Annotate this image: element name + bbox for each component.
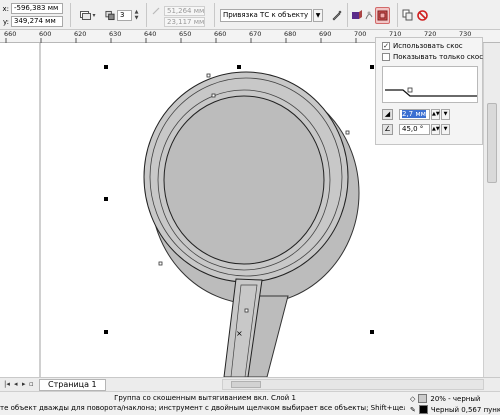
bevel-icon[interactable] [375,7,390,24]
scroll-thumb[interactable] [231,381,261,388]
selection-handle[interactable] [104,330,108,334]
ruler-label: 640 [144,30,157,38]
fill-label: 20% - черный [430,394,481,403]
center-marker[interactable]: × [236,329,243,338]
vanishing-point-icon[interactable] [363,7,375,23]
add-page-icon[interactable]: ▫ [29,380,34,388]
ruler-label: 600 [39,30,52,38]
use-bevel-checkbox[interactable]: ✓ [382,42,390,50]
chevron-down-icon[interactable]: ▼ [441,124,450,135]
bevel-preview [382,66,478,103]
show-only-bevel-option[interactable]: Показывать только скос [382,53,483,61]
selection-handle[interactable] [370,330,374,334]
outline-swatch [418,405,428,414]
page-navigator: |◂ ◂ ▸ ▫ Страница 1 [0,377,500,391]
node-handle[interactable] [211,93,216,98]
prev-page-icon[interactable]: ◂ [14,380,18,388]
separator [347,3,348,27]
use-bevel-label: Использовать скос [393,42,463,50]
node-handle[interactable] [244,308,249,313]
copies-icon[interactable] [104,9,116,22]
bevel-depth-icon: ◢ [382,109,393,120]
separator [70,3,71,27]
shape-icon[interactable] [350,7,364,23]
offset-y-field[interactable]: 23,117 мм [164,17,205,27]
ruler-label: 670 [249,30,262,38]
node-handle[interactable] [158,261,163,266]
copy-extrude-icon[interactable] [400,7,414,23]
snap-mode-select[interactable]: Привязка ТС к объекту [220,9,312,22]
bevel-depth-row: ◢ 2,7 мм ▲▼ ▼ [382,109,450,120]
status-bar: Группа со скошенным вытягиванием вкл. Сл… [0,391,500,415]
pen-icon[interactable] [329,7,343,23]
next-page-icon[interactable]: ▸ [22,380,26,388]
selection-handle[interactable] [237,65,241,69]
object-info: Группа со скошенным вытягиванием вкл. Сл… [114,394,296,402]
chevron-down-icon[interactable]: ▼ [313,9,323,22]
node-handle[interactable] [206,73,211,78]
bevel-depth-stepper[interactable]: ▲▼ [431,109,440,120]
ruler-label: 680 [284,30,297,38]
ruler-label: 660 [214,30,227,38]
bevel-angle-icon: ∠ [382,124,393,135]
fill-indicator[interactable]: ◇ 20% - черный [410,394,480,403]
outline-pen-icon: ✎ [410,405,416,414]
bevel-angle-field[interactable]: 45,0 ° [399,124,430,135]
outline-label: Черный 0,567 пункт [430,405,500,414]
fill-icon: ◇ [410,394,416,403]
x-position-field[interactable]: -596,383 мм [11,3,63,14]
scroll-thumb[interactable] [487,103,497,183]
status-hint: те объект дважды для поворота/наклона; и… [0,404,405,412]
bevel-depth-field[interactable]: 2,7 мм [399,109,430,120]
first-page-icon[interactable]: |◂ [4,380,10,388]
x-label: x: [2,4,9,13]
ruler-label: 650 [179,30,192,38]
ruler-label: 620 [74,30,87,38]
copies-field[interactable]: 3 [117,10,132,21]
separator [214,3,215,27]
separator [397,3,398,27]
vertical-scrollbar[interactable] [483,43,500,377]
copies-stepper[interactable]: ▲ ▼ [132,10,141,21]
fill-swatch [418,394,428,403]
property-bar: x: -596,383 мм y: 349,274 мм 3 ▲▼ 51,264… [0,0,500,30]
page-tab[interactable]: Страница 1 [39,379,106,391]
selection-handle[interactable] [104,197,108,201]
separator [146,3,147,27]
offset-x-field[interactable]: 51,264 мм [164,6,205,16]
bevel-docker: ✓ Использовать скос Показывать только ск… [375,37,483,145]
ruler-label: 700 [354,30,367,38]
y-label: y: [3,17,9,26]
pages-icon[interactable] [77,9,99,22]
y-position-field[interactable]: 349,274 мм [11,16,63,27]
selection-handle[interactable] [370,65,374,69]
use-bevel-option[interactable]: ✓ Использовать скос [382,42,463,50]
outline-indicator[interactable]: ✎ Черный 0,567 пункт [410,405,500,414]
selection-handle[interactable] [104,65,108,69]
show-only-bevel-checkbox[interactable] [382,53,390,61]
bevel-angle-row: ∠ 45,0 ° ▲▼ ▼ [382,124,450,135]
show-only-bevel-label: Показывать только скос [393,53,484,61]
bevel-angle-stepper[interactable]: ▲▼ [431,124,440,135]
chevron-down-icon[interactable]: ▼ [441,109,450,120]
clear-extrude-icon[interactable] [415,7,429,23]
ruler-label: 690 [319,30,332,38]
ruler-label: 660 [4,30,17,38]
node-handle[interactable] [345,130,350,135]
horizontal-scrollbar[interactable] [222,379,484,390]
object-position: x: -596,383 мм y: 349,274 мм [0,3,66,29]
ruler-label: 630 [109,30,122,38]
offset-icon [150,5,162,16]
